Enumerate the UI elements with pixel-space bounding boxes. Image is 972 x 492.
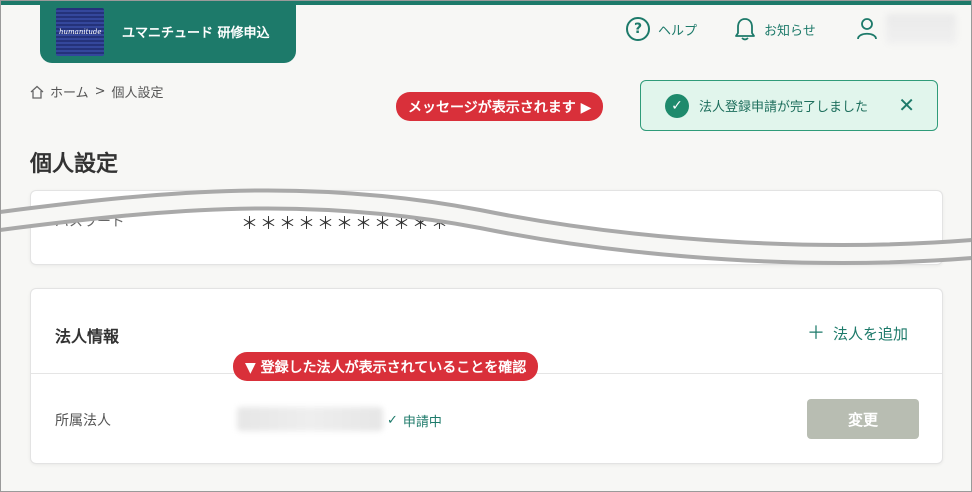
message-callout: メッセージが表示されます ▶ [396,92,604,121]
home-icon[interactable] [30,85,44,99]
add-corporation-label: 法人を追加 [833,325,909,343]
brand-header[interactable]: humanitude ユマニチュード 研修申込 [40,0,296,63]
breadcrumb-separator: > [94,84,106,99]
password-value: ＊＊＊＊＊＊＊＊＊＊＊ [241,214,450,234]
logo-text: humanitude [59,27,102,36]
success-toast: ✓ 法人登録申請が完了しました ✕ [640,80,938,131]
close-icon[interactable]: ✕ [898,95,915,115]
corporation-section-title: 法人情報 [55,327,120,346]
status-label: 申請中 [402,415,442,430]
password-card: パスワード ＊＊＊＊＊＊＊＊＊＊＊ [30,190,943,265]
user-icon [857,18,877,40]
checkmark-icon: ✓ [387,413,398,428]
help-icon: ? [626,17,650,41]
check-circle-icon: ✓ [665,93,689,118]
user-name-redacted [886,14,956,44]
notice-label: お知らせ [764,23,816,39]
add-corporation-button[interactable]: ＋ 法人を追加 [807,323,908,344]
brand-logo: humanitude [56,7,104,56]
breadcrumb-current: 個人設定 [111,86,164,101]
page-title: 個人設定 [30,152,119,177]
corporation-name-redacted [237,407,383,431]
notice-link[interactable]: お知らせ [734,16,816,42]
help-link[interactable]: ? ヘルプ [626,16,697,42]
brand-name: ユマニチュード 研修申込 [122,26,270,41]
change-button[interactable]: 変更 [807,399,919,439]
breadcrumb-home[interactable]: ホーム [50,82,89,101]
corporation-callout: ▼ 登録した法人が表示されていることを確認 [233,352,539,381]
user-menu[interactable] [856,14,956,44]
plus-icon: ＋ [807,322,825,344]
password-label: パスワード [55,214,125,230]
toast-message: 法人登録申請が完了しました [699,100,869,115]
breadcrumb: ホーム > 個人設定 [30,82,164,101]
corporation-row-label: 所属法人 [55,413,111,429]
bell-icon [735,18,755,41]
help-label: ヘルプ [658,23,698,39]
status-badge: ✓ 申請中 [387,411,442,430]
